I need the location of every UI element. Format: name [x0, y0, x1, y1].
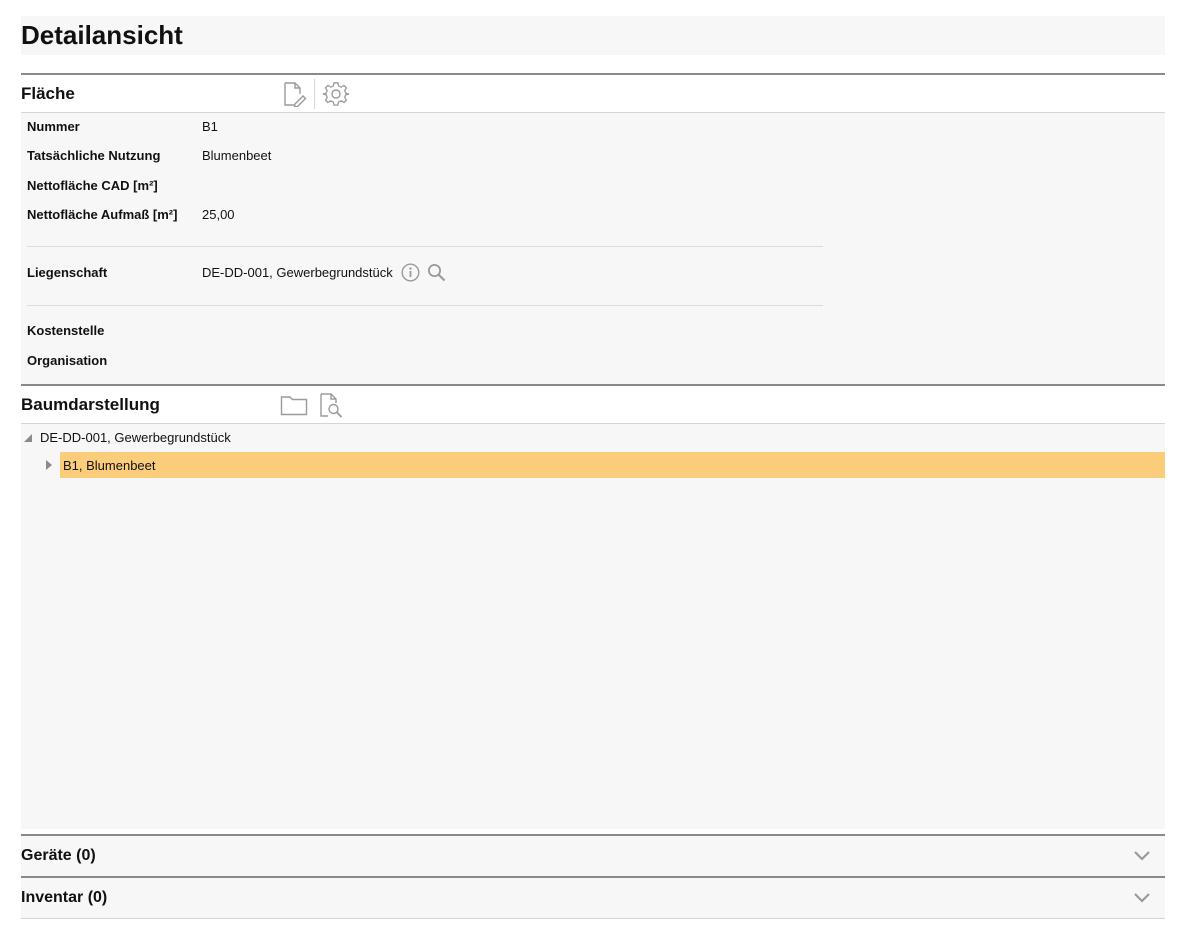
search-icon[interactable]: [427, 263, 446, 282]
field-label: Liegenschaft: [27, 265, 108, 280]
settings-gear-icon[interactable]: [319, 77, 353, 111]
selected-row-highlight: [60, 452, 1165, 478]
field-kostenstelle: Kostenstelle: [27, 323, 202, 338]
bottom-divider: [21, 918, 1165, 919]
field-liegenschaft: Liegenschaft DE-DD-001, Gewerbegrundstüc…: [27, 263, 446, 282]
geraete-title: Geräte (0): [21, 847, 96, 864]
collapsed-triangle-icon[interactable]: [42, 459, 56, 471]
divider: [27, 305, 823, 306]
flaeche-section-header: Fläche: [21, 73, 1165, 113]
edit-document-icon[interactable]: [277, 77, 311, 111]
detail-view: Detailansicht Fläche Nummer B1 Tatsächli…: [21, 16, 1165, 919]
info-icon[interactable]: [401, 263, 420, 282]
baum-title: Baumdarstellung: [21, 394, 160, 414]
divider: [27, 246, 823, 247]
inventar-title: Inventar (0): [21, 889, 108, 906]
field-aufmass: Nettofläche Aufmaß [m²] 25,00: [27, 207, 235, 222]
field-label: Nummer: [27, 119, 80, 134]
tree-node-label[interactable]: DE-DD-001, Gewerbegrundstück: [40, 430, 231, 445]
field-value: Blumenbeet: [202, 148, 272, 163]
flaeche-toolbar: [277, 75, 353, 112]
tree-node[interactable]: DE-DD-001, Gewerbegrundstück: [21, 430, 231, 445]
flaeche-title: Fläche: [21, 83, 75, 103]
field-label: Nettofläche CAD [m²]: [27, 178, 158, 193]
field-value: B1: [202, 119, 218, 134]
inventar-section-header[interactable]: Inventar (0): [21, 876, 1165, 918]
toolbar-separator: [314, 78, 315, 109]
flaeche-details: Nummer B1 Tatsächliche Nutzung Blumenbee…: [21, 113, 1165, 384]
field-label: Nettofläche Aufmaß [m²]: [27, 207, 178, 222]
field-cad: Nettofläche CAD [m²]: [27, 178, 202, 193]
title-bar: Detailansicht: [21, 16, 1165, 55]
baum-section-header: Baumdarstellung: [21, 384, 1165, 424]
field-nummer: Nummer B1: [27, 119, 218, 134]
field-label: Organisation: [27, 353, 108, 368]
field-value: DE-DD-001, Gewerbegrundstück: [202, 265, 393, 280]
tree-view: DE-DD-001, Gewerbegrundstück B1, Blumenb…: [21, 424, 1165, 829]
chevron-down-icon[interactable]: [1133, 850, 1151, 862]
chevron-down-icon[interactable]: [1133, 892, 1151, 904]
expanded-triangle-icon[interactable]: [21, 433, 35, 443]
geraete-section-header[interactable]: Geräte (0): [21, 834, 1165, 876]
page-title: Detailansicht: [21, 20, 183, 50]
field-value: 25,00: [202, 207, 235, 222]
field-organisation: Organisation: [27, 353, 202, 368]
tree-node-label[interactable]: B1, Blumenbeet: [63, 458, 156, 473]
baum-toolbar: [277, 386, 347, 423]
document-search-icon[interactable]: [313, 388, 347, 422]
field-label: Kostenstelle: [27, 323, 105, 338]
folder-icon[interactable]: [277, 388, 311, 422]
tree-node-selected[interactable]: B1, Blumenbeet: [42, 452, 156, 478]
field-nutzung: Tatsächliche Nutzung Blumenbeet: [27, 148, 271, 163]
field-label: Tatsächliche Nutzung: [27, 148, 161, 163]
